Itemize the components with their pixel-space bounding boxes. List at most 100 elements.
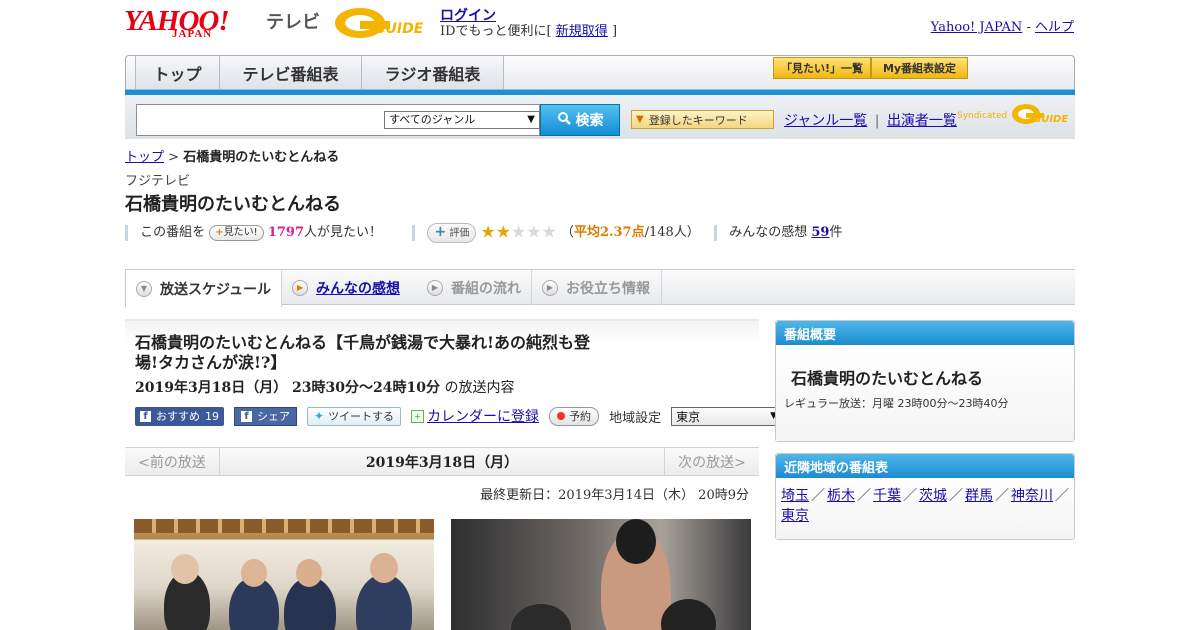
episode-thumbnail-1[interactable] (134, 519, 434, 630)
tab-label: 番組の流れ (451, 280, 521, 297)
svg-text:GUIDE: GUIDE (374, 21, 424, 37)
episode-title: 石橋貴明のたいむとんねる【千鳥が銭湯で大暴れ!あの純烈も登場!タカさんが涙!?】 (135, 333, 591, 372)
star-icon: ★ (541, 222, 557, 243)
facebook-icon: f (140, 410, 151, 422)
tweet-label: ツイートする (328, 410, 395, 423)
nearby-link-gunma[interactable]: 群馬 (965, 488, 993, 504)
chevron-down-icon: ▼ (136, 280, 152, 297)
program-subtabs: ▼ 放送スケジュール ▶ みんなの感想 ▶ 番組の流れ ▶ お役立ち情報 (125, 269, 1075, 307)
region-label: 地域設定 (609, 410, 662, 426)
nearby-link-ibaraki[interactable]: 茨城 (919, 488, 947, 504)
link-separator: - (1026, 20, 1031, 35)
mitai-button[interactable]: +見たい! (209, 224, 264, 241)
yahoo-japan-logo-sub: JAPAN (172, 28, 213, 40)
signup-link[interactable]: 新規取得 (556, 24, 608, 39)
facebook-share-button[interactable]: f シェア (234, 406, 297, 426)
tab-label: 放送スケジュール (160, 281, 272, 298)
help-link[interactable]: ヘルプ (1035, 20, 1074, 35)
impressions-count-link[interactable]: 59 (811, 225, 829, 240)
nearby-link-tokyo[interactable]: 東京 (781, 508, 809, 524)
breadcrumb-top-link[interactable]: トップ (125, 150, 164, 165)
slash: ／ (949, 488, 963, 504)
calendar-register[interactable]: + カレンダーに登録 (411, 406, 539, 426)
episode-time-suffix: の放送内容 (444, 380, 515, 396)
divider (412, 224, 416, 241)
mitai-count: 1797 (267, 225, 305, 240)
slash: ／ (811, 488, 825, 504)
yahoo-japan-link[interactable]: Yahoo! JAPAN (931, 20, 1023, 35)
regular-broadcast: レギュラー放送：月曜 23時00分～23時40分 (784, 397, 1009, 410)
breadcrumb-current: 石橋貴明のたいむとんねる (183, 150, 340, 165)
pager-date: 2019年3月18日（月） (365, 454, 519, 471)
breadcrumb: トップ > 石橋貴明のたいむとんねる (125, 146, 339, 165)
tab-broadcast-schedule[interactable]: ▼ 放送スケジュール (125, 270, 282, 307)
region-select-value: 東京 (676, 409, 701, 424)
dropdown-arrow-icon: ▼ (527, 114, 535, 125)
service-name: テレビ (266, 12, 320, 33)
panel-body: 埼玉／栃木／千葉／茨城／群馬／神奈川 ／東京 (776, 478, 1074, 539)
broadcast-pager: <前の放送 2019年3月18日（月） 次の放送> (125, 447, 759, 476)
thumb-face (296, 559, 322, 587)
nav-tab-radio-schedule[interactable]: ラジオ番組表 (362, 56, 504, 90)
cast-list-link[interactable]: 出演者一覧 (887, 113, 957, 129)
region-select[interactable]: 東京 ▼ (671, 406, 784, 426)
episode-time: 2019年3月18日（月） 23時30分～24時10分 の放送内容 (135, 377, 514, 397)
nearby-link-tochigi[interactable]: 栃木 (827, 488, 855, 504)
mitai-list-button[interactable]: 「見たい!」一覧 (773, 57, 871, 79)
keyword-button-label: 登録したキーワード (648, 113, 748, 127)
prev-broadcast-button[interactable]: <前の放送 (125, 448, 220, 475)
nearby-link-chiba[interactable]: 千葉 (873, 488, 901, 504)
nearby-link-kanagawa[interactable]: 神奈川 (1011, 488, 1053, 504)
last-updated: 最終更新日：2019年3月14日（木） 20時9分 (480, 488, 749, 503)
triangle-down-icon: ▼ (636, 114, 644, 125)
nav-tab-label: テレビ番組表 (242, 65, 339, 84)
thumb-decor (134, 519, 434, 533)
facebook-recommend-button[interactable]: f おすすめ 19 (135, 406, 224, 426)
nav-tab-top[interactable]: トップ (135, 56, 220, 90)
divider (125, 224, 128, 241)
reserve-button[interactable]: 予約 (549, 406, 600, 426)
calendar-link[interactable]: カレンダーに登録 (427, 406, 539, 426)
tab-useful-info[interactable]: ▶ お役立ち情報 (532, 270, 662, 305)
search-links: ジャンル一覧 | 出演者一覧 (784, 110, 957, 130)
search-button[interactable]: 検索 (540, 104, 620, 136)
breadcrumb-separator: > (168, 150, 180, 165)
reserve-label: 予約 (569, 410, 592, 423)
syndicated-label: Syndicated (957, 111, 1008, 121)
calendar-icon: + (411, 409, 425, 423)
genre-list-link[interactable]: ジャンル一覧 (784, 113, 867, 129)
search-icon (557, 111, 571, 129)
nav-tab-label: ラジオ番組表 (384, 65, 481, 84)
nearby-link-saitama[interactable]: 埼玉 (781, 488, 809, 504)
divider (714, 224, 718, 241)
program-overview-panel: 番組概要 石橋貴明のたいむとんねる レギュラー放送：月曜 23時00分～23時4… (775, 320, 1075, 442)
slash: ／ (995, 488, 1009, 504)
thumb-face (171, 554, 199, 584)
slash: ／ (1055, 488, 1069, 504)
record-icon (557, 412, 566, 420)
syndicated-gguide-logo: Syndicated GUIDE (957, 102, 1069, 128)
tweet-button[interactable]: ✦ ツイートする (307, 406, 402, 426)
search-button-label: 検索 (575, 113, 604, 129)
rating-stars: ★★★★★ (481, 222, 557, 243)
thumb-face (370, 553, 398, 583)
twitter-icon: ✦ (314, 409, 325, 423)
nav-tab-tv-schedule[interactable]: テレビ番組表 (220, 56, 362, 90)
tab-label[interactable]: みんなの感想 (316, 278, 400, 298)
tab-label: お役立ち情報 (566, 280, 650, 297)
my-table-button[interactable]: My番組表設定 (871, 57, 968, 79)
genre-select[interactable]: すべてのジャンル ▼ (384, 111, 540, 129)
svg-text:GUIDE: GUIDE (1033, 114, 1068, 125)
nearby-region-panel: 近隣地域の番組表 埼玉／栃木／千葉／茨城／群馬／神奈川 ／東京 (775, 453, 1075, 540)
episode-thumbnail-2[interactable] (451, 519, 751, 630)
impressions-prefix: みんなの感想 (729, 225, 808, 240)
star-icon: ★ (495, 222, 512, 243)
panel-heading: 近隣地域の番組表 (776, 454, 1074, 478)
next-broadcast-button[interactable]: 次の放送> (664, 448, 759, 475)
rate-button[interactable]: + 評価 (427, 222, 477, 243)
registered-keyword-button[interactable]: ▼ 登録したキーワード (631, 110, 774, 129)
facebook-icon: f (241, 410, 252, 422)
tab-program-flow[interactable]: ▶ 番組の流れ (417, 270, 532, 305)
plus-icon: + (215, 226, 224, 238)
program-stats: この番組を +見たい! 1797人が見たい！ + 評価 ★★★★★ （平均2.3… (125, 221, 843, 243)
